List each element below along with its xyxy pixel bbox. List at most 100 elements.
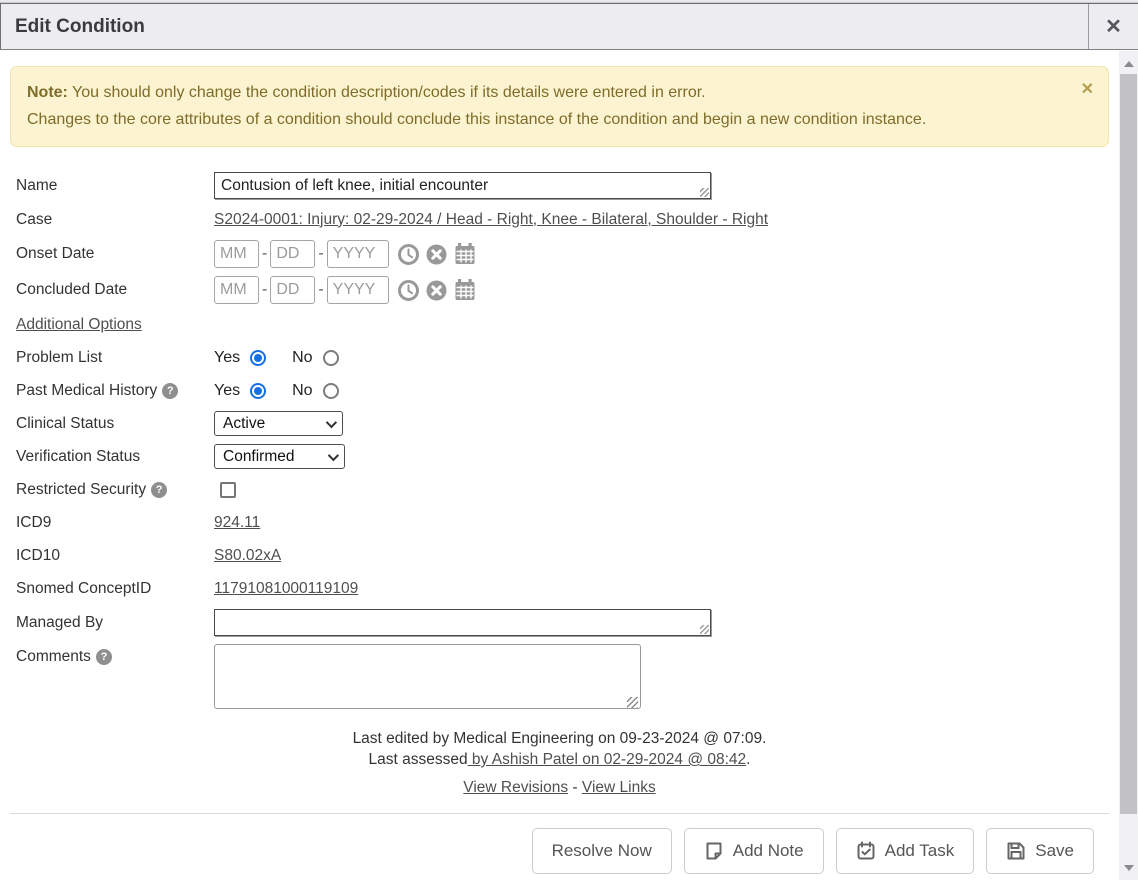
help-icon[interactable]: ? — [96, 649, 112, 665]
date-separator: - — [318, 245, 323, 263]
past-medical-history-label: Past Medical History — [16, 382, 157, 400]
dialog-title: Edit Condition — [1, 16, 1088, 38]
snomed-label: Snomed ConceptID — [16, 580, 214, 598]
pmh-no-radio[interactable] — [323, 383, 339, 399]
close-icon: ✕ — [1105, 14, 1122, 39]
add-note-label: Add Note — [733, 841, 804, 861]
onset-year-input[interactable] — [327, 240, 389, 268]
name-row: Name — [16, 172, 1109, 199]
help-icon[interactable]: ? — [151, 482, 167, 498]
scrollbar-thumb[interactable] — [1120, 74, 1137, 814]
restricted-security-row: Restricted Security ? — [16, 477, 1109, 502]
name-input[interactable] — [214, 172, 711, 199]
pmh-no-label: No — [292, 382, 312, 400]
scroll-down-icon[interactable] — [1119, 859, 1138, 876]
problem-list-no-radio[interactable] — [323, 350, 339, 366]
past-medical-history-row: Past Medical History ? Yes No — [16, 378, 1109, 403]
add-task-button[interactable]: Add Task — [836, 828, 975, 874]
case-row: Case S2024-0001: Injury: 02-29-2024 / He… — [16, 207, 1109, 232]
onset-month-input[interactable] — [214, 240, 259, 268]
clinical-status-select[interactable]: Active — [214, 411, 343, 436]
icd10-link[interactable]: S80.02xA — [214, 547, 281, 565]
name-input-wrap — [214, 172, 711, 199]
icd10-label: ICD10 — [16, 547, 214, 565]
dialog-header: Edit Condition ✕ — [0, 3, 1138, 50]
concluded-date-label: Concluded Date — [16, 281, 214, 299]
clear-date-icon[interactable] — [425, 279, 448, 302]
problem-list-yes-radio[interactable] — [250, 350, 266, 366]
action-buttons: Resolve Now Add Note Add Task Save — [10, 814, 1109, 874]
managed-by-input-wrap — [214, 609, 711, 636]
managed-by-input[interactable] — [214, 609, 711, 636]
problem-list-yes-label: Yes — [214, 349, 240, 367]
comments-textarea[interactable] — [214, 644, 641, 709]
additional-options-link[interactable]: Additional Options — [16, 316, 142, 334]
clear-date-icon[interactable] — [425, 243, 448, 266]
verification-status-select[interactable]: Confirmed — [214, 444, 345, 469]
verification-status-row: Verification Status Confirmed — [16, 444, 1109, 469]
condition-form: Name Case S2024-0001: Injury: 02-29-2024… — [10, 172, 1109, 714]
close-button[interactable]: ✕ — [1088, 4, 1138, 49]
icd9-label: ICD9 — [16, 514, 214, 532]
case-label: Case — [16, 211, 214, 229]
managed-by-row: Managed By — [16, 609, 1109, 636]
clinical-status-row: Clinical Status Active — [16, 411, 1109, 436]
resolve-now-label: Resolve Now — [552, 841, 652, 861]
view-revisions-link[interactable]: View Revisions — [463, 779, 568, 796]
task-calendar-icon — [856, 841, 876, 861]
icd10-row: ICD10 S80.02xA — [16, 543, 1109, 568]
calendar-icon[interactable] — [453, 242, 477, 266]
onset-date-row: Onset Date - - — [16, 240, 1109, 268]
problem-list-no-label: No — [292, 349, 312, 367]
case-link[interactable]: S2024-0001: Injury: 02-29-2024 / Head - … — [214, 211, 768, 229]
date-separator: - — [262, 281, 267, 299]
calendar-icon[interactable] — [453, 278, 477, 302]
date-separator: - — [318, 281, 323, 299]
clock-icon[interactable] — [397, 243, 420, 266]
note-icon — [704, 841, 724, 861]
icd9-link[interactable]: 924.11 — [214, 514, 260, 532]
restricted-security-label: Restricted Security — [16, 481, 146, 499]
snomed-link[interactable]: 11791081000119109 — [214, 580, 358, 598]
scroll-up-icon[interactable] — [1119, 55, 1138, 72]
warning-line-1: Note: You should only change the conditi… — [27, 80, 1068, 107]
managed-by-label: Managed By — [16, 614, 214, 632]
restricted-security-checkbox[interactable] — [220, 482, 236, 498]
edit-condition-dialog: Edit Condition ✕ Note: You should only c… — [0, 0, 1138, 880]
comments-label: Comments — [16, 648, 91, 666]
save-label: Save — [1035, 841, 1074, 861]
save-button[interactable]: Save — [986, 828, 1094, 874]
last-assessed-text: Last assessed by Ashish Patel on 02-29-2… — [10, 749, 1109, 770]
problem-list-label: Problem List — [16, 349, 214, 367]
date-separator: - — [262, 245, 267, 263]
additional-options-row: Additional Options — [16, 312, 1109, 337]
warning-line-2: Changes to the core attributes of a cond… — [27, 107, 1068, 134]
comments-wrap — [214, 644, 641, 714]
add-task-label: Add Task — [885, 841, 955, 861]
verification-status-label: Verification Status — [16, 448, 214, 466]
warning-banner: Note: You should only change the conditi… — [10, 66, 1109, 147]
concluded-month-input[interactable] — [214, 276, 259, 304]
clinical-status-value: Active — [223, 415, 314, 433]
last-edited-text: Last edited by Medical Engineering on 09… — [10, 728, 1109, 749]
concluded-year-input[interactable] — [327, 276, 389, 304]
clock-icon[interactable] — [397, 279, 420, 302]
links-separator: - — [568, 779, 582, 796]
banner-dismiss-icon[interactable]: ✕ — [1081, 77, 1094, 104]
view-links-row: View Revisions - View Links — [10, 777, 1109, 798]
pmh-yes-radio[interactable] — [250, 383, 266, 399]
dialog-body: Note: You should only change the conditi… — [0, 66, 1119, 880]
scrollbar[interactable] — [1119, 51, 1138, 880]
snomed-row: Snomed ConceptID 11791081000119109 — [16, 576, 1109, 601]
last-assessed-link[interactable]: by Ashish Patel on 02-29-2024 @ 08:42 — [468, 751, 747, 768]
audit-info: Last edited by Medical Engineering on 09… — [10, 728, 1109, 798]
onset-day-input[interactable] — [270, 240, 315, 268]
verification-status-value: Confirmed — [223, 448, 316, 466]
resolve-now-button[interactable]: Resolve Now — [532, 828, 672, 874]
problem-list-row: Problem List Yes No — [16, 345, 1109, 370]
help-icon[interactable]: ? — [162, 383, 178, 399]
view-links-link[interactable]: View Links — [582, 779, 656, 796]
add-note-button[interactable]: Add Note — [684, 828, 824, 874]
pmh-yes-label: Yes — [214, 382, 240, 400]
concluded-day-input[interactable] — [270, 276, 315, 304]
